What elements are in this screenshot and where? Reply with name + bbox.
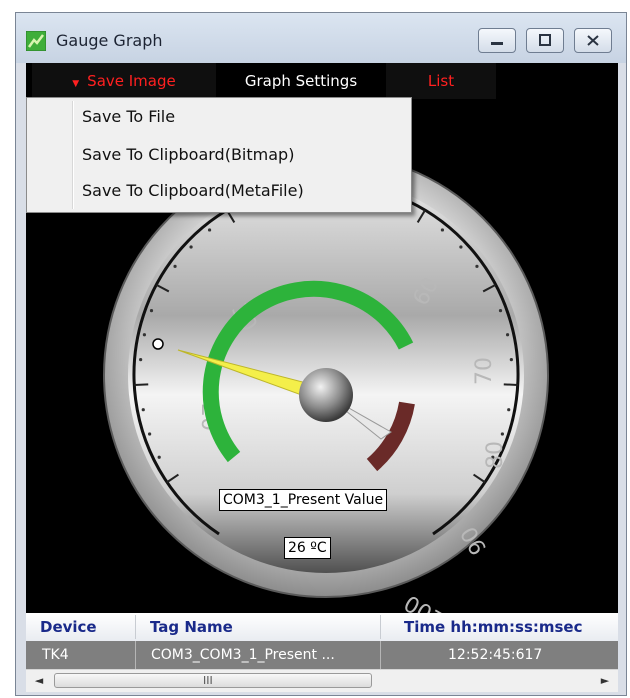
horizontal-scrollbar[interactable]: ◄ III ►: [26, 669, 618, 692]
column-header-device[interactable]: Device: [40, 613, 97, 641]
minimize-icon: [491, 42, 503, 45]
close-icon: [587, 35, 599, 46]
gauge-minor-tick: [148, 432, 152, 436]
scroll-left-arrow-icon[interactable]: ◄: [28, 670, 50, 692]
gauge-minor-tick: [189, 245, 193, 249]
gauge-hub: [299, 368, 353, 422]
gauge-marker-dot: [152, 338, 164, 350]
scrollbar-thumb[interactable]: III: [54, 673, 372, 688]
gauge-minor-tick: [507, 408, 511, 412]
menu-item-save-to-file[interactable]: Save To File: [29, 101, 409, 133]
gauge-minor-tick: [475, 264, 479, 268]
gauge-minor-tick: [509, 357, 513, 362]
menu-item-save-to-clipboard-bitmap[interactable]: Save To Clipboard(Bitmap): [29, 139, 409, 171]
dropdown-arrow-icon: ▼: [72, 79, 80, 89]
gauge-minor-tick: [505, 333, 510, 337]
gauge-major-tick: [134, 383, 149, 387]
gauge-minor-tick: [149, 309, 154, 313]
tab-graph-settings[interactable]: Graph Settings: [216, 63, 386, 99]
title-bar[interactable]: Gauge Graph: [16, 13, 626, 63]
gauge-minor-tick: [139, 357, 143, 362]
close-button[interactable]: [574, 28, 612, 53]
minimize-button[interactable]: [478, 28, 516, 53]
window-title: Gauge Graph: [56, 31, 163, 50]
table-header: Device Tag Name Time hh:mm:ss:msec: [26, 613, 618, 642]
menu-item-save-to-clipboard-metafile[interactable]: Save To Clipboard(MetaFile): [29, 175, 409, 207]
gauge-scale-label: 70: [472, 357, 497, 385]
tab-save-image-label: Save Image: [87, 72, 176, 90]
scrollbar-grip-icon: III: [203, 674, 213, 687]
table-row[interactable]: TK4 COM3_COM3_1_Present ... 12:52:45:617: [26, 641, 618, 669]
gauge-scale-label: 100: [400, 589, 449, 613]
cell-tag-name: COM3_COM3_1_Present ...: [151, 647, 335, 663]
gauge-minor-tick: [498, 309, 503, 313]
cell-device: TK4: [42, 647, 69, 663]
app-icon: [26, 31, 46, 51]
gauge-minor-tick: [173, 264, 177, 268]
tab-save-image[interactable]: ▼ Save Image: [32, 63, 216, 99]
tab-graph-settings-label: Graph Settings: [244, 72, 358, 90]
gauge-minor-tick: [141, 408, 145, 412]
gauge-tag-label: COM3_1_Present Value: [219, 489, 388, 511]
tab-list-label: List: [427, 72, 455, 90]
column-header-time[interactable]: Time hh:mm:ss:msec: [404, 613, 583, 641]
maximize-button[interactable]: [526, 28, 564, 53]
tab-list[interactable]: List: [386, 63, 496, 99]
data-table: Device Tag Name Time hh:mm:ss:msec TK4 C…: [26, 613, 618, 669]
gauge-major-tick: [503, 383, 518, 387]
cell-time: 12:52:45:617: [448, 647, 543, 663]
scroll-right-arrow-icon[interactable]: ►: [594, 670, 616, 692]
gauge-scale-label: 80: [483, 441, 508, 469]
graph-area: ▼ Save Image Graph Settings List 20 30 6…: [26, 63, 618, 613]
gauge-value-label: 26 ºC: [284, 537, 331, 559]
column-header-tag-name[interactable]: Tag Name: [150, 613, 233, 641]
gauge-minor-tick: [207, 228, 212, 232]
gauge-minor-tick: [157, 455, 161, 459]
gauge-graph-window: Gauge Graph ▼ Save Image Graph Settings L…: [15, 12, 627, 696]
maximize-icon: [539, 34, 551, 46]
gauge-minor-tick: [440, 228, 445, 232]
gauge-minor-tick: [500, 432, 504, 436]
save-image-menu: Save To File Save To Clipboard(Bitmap) S…: [26, 97, 412, 213]
gauge-minor-tick: [142, 333, 147, 337]
gauge-minor-tick: [459, 245, 463, 249]
